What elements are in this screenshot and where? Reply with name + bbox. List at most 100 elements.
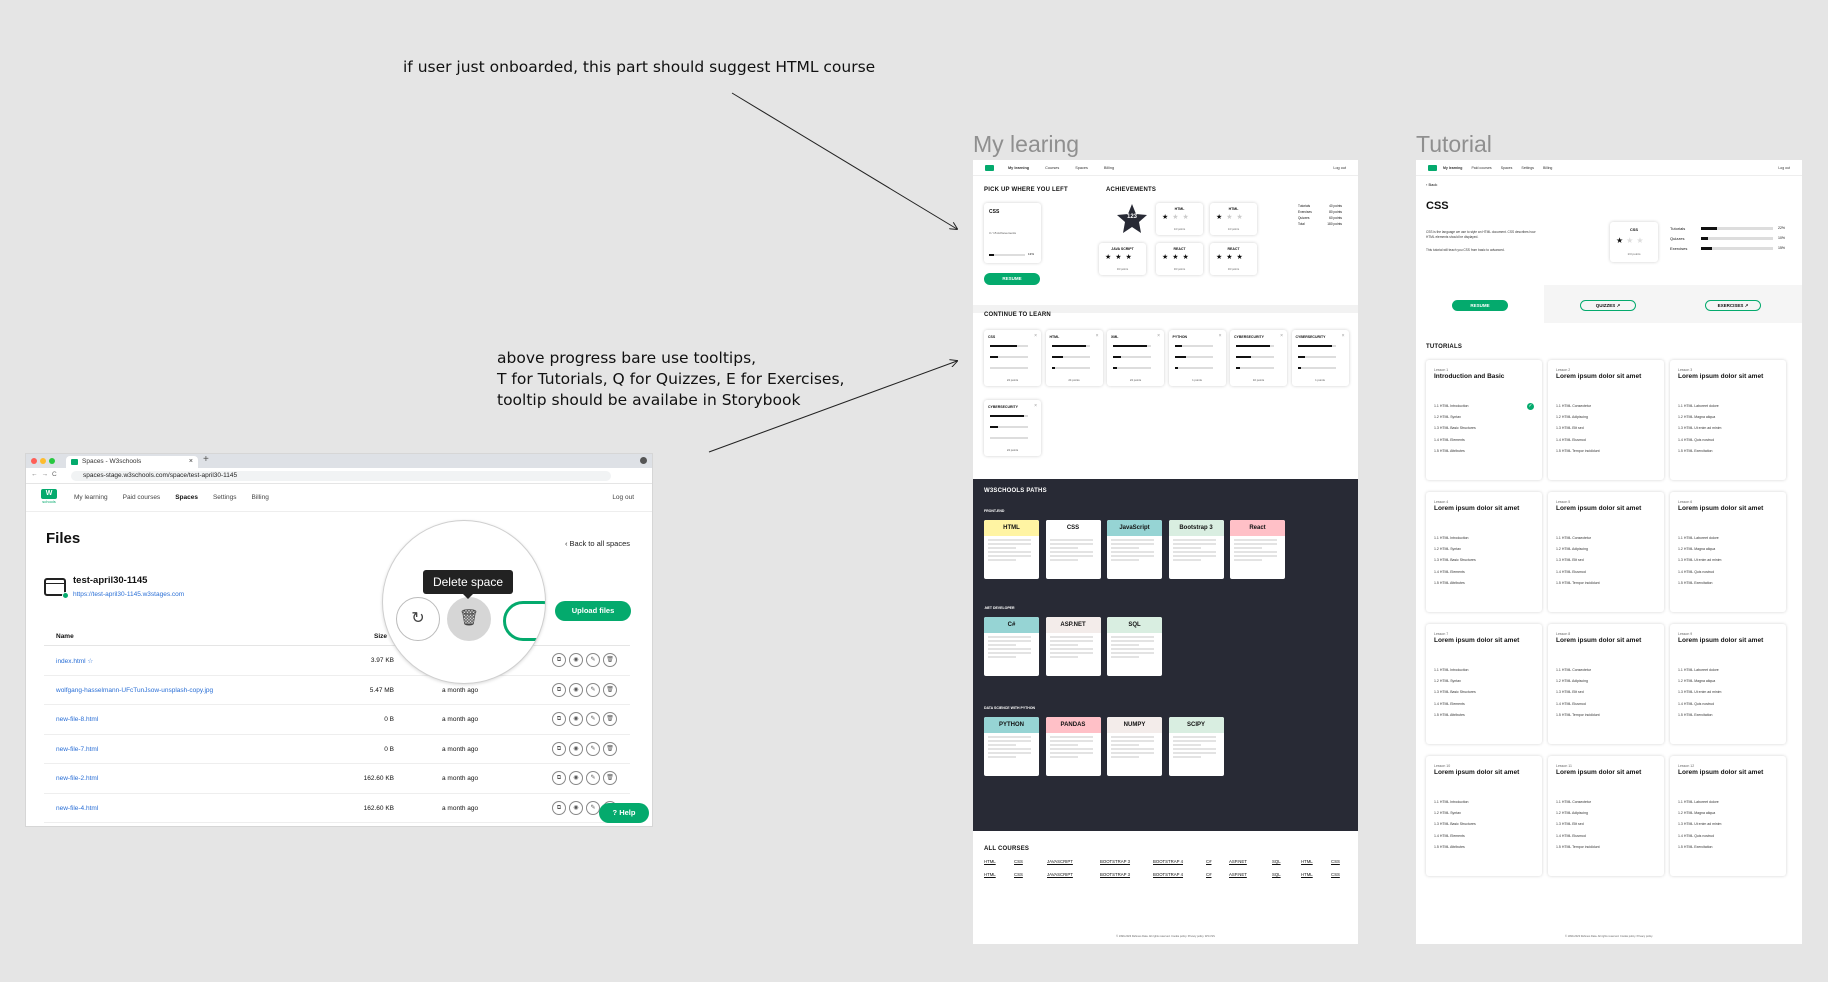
resume-button[interactable]: RESUME [984, 273, 1040, 285]
progress-bar[interactable] [1701, 247, 1773, 250]
lesson-item[interactable]: 1.2 HTML Magna aliqua [1678, 676, 1778, 687]
remove-card-icon[interactable]: × [1280, 333, 1283, 339]
lesson-item[interactable]: 1.1 HTML Laboreet dolore [1678, 665, 1778, 676]
progress-bar[interactable] [990, 415, 1028, 417]
refresh-icon[interactable]: ↻ [396, 597, 440, 641]
lesson-item[interactable]: 1.5 HTML Exercitation [1678, 578, 1778, 589]
lesson-item[interactable]: 1.1 HTML Consectetur [1556, 533, 1656, 544]
lesson-item[interactable]: 1.4 HTML Elements [1434, 831, 1534, 842]
lesson-item[interactable]: 1.4 HTML Quis nostrud [1678, 435, 1778, 446]
lesson-item[interactable]: 1.2 HTML Syntax [1434, 544, 1534, 555]
lesson-card[interactable]: Lesson 5 Lorem ipsum dolor sit amet 1.1 HT… [1548, 492, 1664, 612]
lesson-item[interactable]: 1.1 HTML Laboreet dolore [1678, 797, 1778, 808]
edit-icon[interactable]: ✎ [586, 682, 600, 697]
progress-bar[interactable] [990, 437, 1028, 439]
continue-card[interactable]: PYTHON × 1 points [1168, 330, 1226, 386]
lesson-card[interactable]: Lesson 3 Lorem ipsum dolor sit amet 1.1 HT… [1670, 360, 1786, 480]
lesson-item[interactable]: 1.5 HTML Attributes [1434, 710, 1534, 721]
nav-my-learning[interactable]: My learning [1443, 166, 1462, 170]
course-link[interactable]: CSS [1331, 859, 1340, 864]
progress-bar[interactable] [1174, 356, 1213, 358]
lesson-item[interactable]: 1.1 HTML Introduction ✓ [1434, 401, 1534, 412]
lesson-item[interactable]: 1.5 HTML Exercitation [1678, 710, 1778, 721]
maximize-window-dot[interactable] [49, 458, 55, 464]
header-size[interactable]: Size [374, 633, 387, 640]
course-link[interactable]: JAVASCRIPT [1047, 859, 1073, 864]
back-link[interactable]: ‹ Back [1426, 182, 1437, 187]
help-button[interactable]: ? Help [599, 803, 649, 823]
path-card[interactable]: C# [984, 617, 1039, 676]
lesson-item[interactable]: 1.3 HTML Basic Structures [1434, 423, 1534, 434]
progress-bar[interactable] [990, 356, 1028, 358]
course-link[interactable]: ASP.NET [1229, 859, 1247, 864]
progress-bar[interactable] [1113, 367, 1151, 369]
lesson-item[interactable]: 1.5 HTML Tempor incididunt [1556, 578, 1656, 589]
achievement-card[interactable]: REACT ★★★ 3/3 points [1210, 243, 1257, 275]
achievement-card[interactable]: REACT ★★★ 3/3 points [1156, 243, 1203, 275]
continue-card[interactable]: CSS × 24 points [984, 330, 1041, 386]
minimize-window-dot[interactable] [40, 458, 46, 464]
copy-icon[interactable]: ⧉ [552, 712, 566, 726]
space-url-link[interactable]: https://test-april30-1145.w3stages.com [73, 591, 184, 598]
course-link[interactable]: CSS [1014, 872, 1023, 877]
close-tab-icon[interactable]: × [189, 456, 193, 468]
nav-courses[interactable]: Courses [1045, 166, 1059, 170]
progress-bar[interactable] [1297, 367, 1336, 369]
lesson-item[interactable]: 1.1 HTML Consectetur [1556, 665, 1656, 676]
table-row[interactable]: new-file-8.html 0 B a month ago ⧉ ◉ ✎ 🗑 [44, 705, 630, 735]
achievement-card[interactable]: JAVA SCRIPT ★★★ 3/3 points [1099, 243, 1146, 275]
lesson-card[interactable]: Lesson 12 Lorem ipsum dolor sit amet 1.1 H… [1670, 756, 1786, 876]
back-to-spaces-link[interactable]: ‹ Back to all spaces [565, 539, 630, 548]
lesson-item[interactable]: 1.3 HTML Ut enim ad minim [1678, 819, 1778, 830]
lesson-card[interactable]: Lesson 6 Lorem ipsum dolor sit amet 1.1 HT… [1670, 492, 1786, 612]
browser-menu-icon[interactable] [640, 457, 647, 464]
close-window-dot[interactable] [31, 458, 37, 464]
achievement-card[interactable]: HTML ★★★ 1/3 points [1210, 203, 1257, 235]
file-name-link[interactable]: wolfgang-hasselmann-UFcTunJsow-unsplash-… [56, 687, 213, 694]
nav-my-learning[interactable]: My learning [74, 494, 108, 501]
copy-icon[interactable]: ⧉ [552, 682, 566, 697]
course-link[interactable]: CSS [1014, 859, 1023, 864]
progress-bar[interactable] [1297, 356, 1336, 358]
logout-link[interactable]: Log out [1333, 166, 1346, 170]
lesson-item[interactable]: 1.1 HTML Introduction [1434, 797, 1534, 808]
lesson-item[interactable]: 1.3 HTML Elit sed [1556, 555, 1656, 566]
delete-icon[interactable]: 🗑 [603, 653, 617, 667]
lesson-card[interactable]: Lesson 4 Lorem ipsum dolor sit amet 1.1 HT… [1426, 492, 1542, 612]
progress-bar[interactable] [1113, 345, 1151, 347]
lesson-item[interactable]: 1.2 HTML Adipiscing [1556, 544, 1656, 555]
copy-icon[interactable]: ⧉ [552, 653, 566, 667]
path-card[interactable]: PYTHON [984, 717, 1039, 776]
nav-paid-courses[interactable]: Paid courses [123, 494, 161, 501]
browser-tab[interactable]: Spaces - W3schools × [66, 456, 198, 468]
quizzes-button[interactable]: QUIZZES ↗ [1580, 300, 1636, 311]
progress-bar[interactable] [990, 426, 1028, 428]
progress-bar[interactable] [1701, 237, 1773, 240]
upload-button-zoomed[interactable] [503, 601, 545, 641]
nav-spaces[interactable]: Spaces [1501, 166, 1513, 170]
file-name-link[interactable]: new-file-7.html [56, 746, 98, 753]
lesson-item[interactable]: 1.4 HTML Elements [1434, 699, 1534, 710]
lesson-card[interactable]: Lesson 9 Lorem ipsum dolor sit amet 1.1 HT… [1670, 624, 1786, 744]
resume-button[interactable]: RESUME [1452, 300, 1508, 311]
w3schools-logo-icon[interactable] [985, 165, 994, 171]
lesson-item[interactable]: 1.4 HTML Eiusmod [1556, 567, 1656, 578]
lesson-item[interactable]: 1.1 HTML Consectetur [1556, 401, 1656, 412]
course-link[interactable]: SQL [1272, 872, 1281, 877]
lesson-item[interactable]: 1.2 HTML Syntax [1434, 412, 1534, 423]
achievement-card[interactable]: HTML ★★★ 1/3 points [1156, 203, 1203, 235]
table-row[interactable]: new-file-7.html 0 B a month ago ⧉ ◉ ✎ 🗑 [44, 735, 630, 764]
edit-icon[interactable]: ✎ [586, 800, 600, 815]
lesson-item[interactable]: 1.3 HTML Elit sed [1556, 687, 1656, 698]
progress-bar[interactable] [1051, 356, 1090, 358]
lesson-card[interactable]: Lesson 11 Lorem ipsum dolor sit amet 1.1 H… [1548, 756, 1664, 876]
nav-spaces[interactable]: Spaces [1075, 166, 1088, 170]
progress-bar[interactable] [990, 345, 1028, 347]
continue-card[interactable]: CYBERSECURITY × 24 points [984, 400, 1041, 456]
lesson-card[interactable]: Lesson 1 Introduction and Basic 1.1 HTML I… [1426, 360, 1542, 480]
course-link[interactable]: HTML [1301, 859, 1313, 864]
copy-icon[interactable]: ⧉ [552, 800, 566, 815]
progress-bar[interactable] [990, 367, 1028, 369]
nav-billing[interactable]: Billing [251, 494, 268, 501]
nav-settings[interactable]: Settings [1521, 166, 1534, 170]
